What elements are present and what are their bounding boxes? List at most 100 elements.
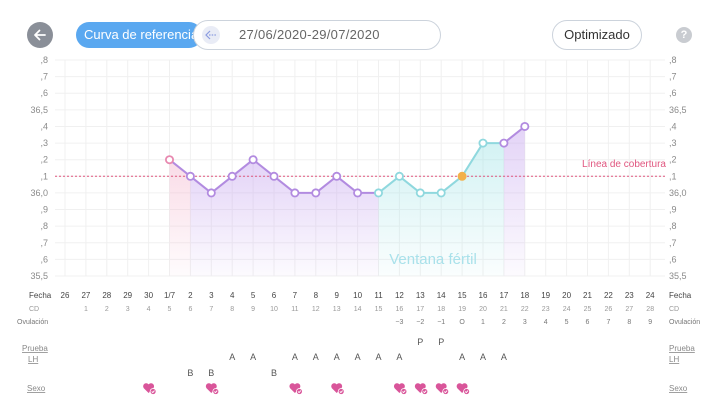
lh-result-label[interactable]: A (396, 352, 402, 362)
data-point[interactable] (311, 188, 321, 198)
row-label-fecha: Fecha (29, 291, 52, 300)
data-point[interactable] (332, 171, 342, 181)
data-point[interactable] (206, 188, 216, 198)
y-tick-right: ,6 (669, 254, 677, 264)
heart-check-icon[interactable] (289, 383, 303, 395)
lh-result-label[interactable]: B (187, 368, 193, 378)
day-columns: 26 2712822933041/7526B37B48A59A610B711A81… (61, 291, 655, 395)
date-label: 17 (499, 291, 508, 300)
lh-result-label[interactable]: B (208, 368, 214, 378)
ovulation-day-label: −1 (437, 319, 445, 326)
lh-result-label[interactable]: A (480, 352, 486, 362)
row-label-prueba-lh-2[interactable]: LH (28, 355, 38, 364)
row-label-cd-right: CD (669, 306, 679, 313)
date-label: 13 (416, 291, 425, 300)
data-point[interactable] (394, 171, 404, 181)
lh-result-label[interactable]: B (271, 368, 277, 378)
cd-label: 12 (312, 306, 320, 313)
cd-label: 22 (521, 306, 529, 313)
data-point[interactable] (290, 188, 300, 198)
date-label: 1/7 (164, 291, 176, 300)
y-tick-left: ,7 (40, 238, 48, 248)
data-point[interactable] (520, 121, 530, 131)
cd-label: 16 (396, 306, 404, 313)
lh-result-label[interactable]: A (250, 352, 256, 362)
heart-check-icon[interactable] (331, 383, 345, 395)
cd-label: 23 (542, 306, 550, 313)
cd-label: 5 (168, 306, 172, 313)
date-label: 15 (458, 291, 467, 300)
data-point[interactable] (353, 188, 363, 198)
date-label: 26 (61, 291, 70, 300)
data-point[interactable] (373, 188, 383, 198)
date-label: 22 (604, 291, 613, 300)
y-tick-right: ,6 (669, 88, 677, 98)
y-tick-left: 36,0 (30, 188, 48, 198)
data-point[interactable] (248, 155, 258, 165)
date-label: 9 (334, 291, 339, 300)
date-label: 16 (479, 291, 488, 300)
date-label: 5 (251, 291, 256, 300)
data-point[interactable] (415, 188, 425, 198)
lh-result-label[interactable]: A (313, 352, 319, 362)
data-point[interactable] (499, 138, 509, 148)
date-label: 7 (293, 291, 298, 300)
lh-result-label[interactable]: P (417, 337, 423, 347)
row-label-fecha-right: Fecha (669, 291, 692, 300)
date-label: 2 (188, 291, 193, 300)
data-point[interactable] (185, 171, 195, 181)
row-label-prueba-lh-right-1[interactable]: Prueba (669, 344, 695, 353)
heart-check-icon[interactable] (205, 383, 220, 395)
lh-result-label[interactable]: A (292, 352, 298, 362)
lh-result-label[interactable]: A (355, 352, 361, 362)
row-label-sexo[interactable]: Sexo (27, 384, 46, 393)
data-point[interactable] (457, 171, 467, 181)
y-tick-right: ,4 (669, 121, 677, 131)
date-label: 4 (230, 291, 235, 300)
row-label-ovulacion: Ovulación (17, 319, 48, 326)
lh-result-label[interactable]: A (501, 352, 507, 362)
data-point[interactable] (436, 188, 446, 198)
cd-label: 3 (126, 306, 130, 313)
date-label: 6 (272, 291, 277, 300)
data-point[interactable] (269, 171, 279, 181)
date-label: 30 (144, 291, 153, 300)
lh-result-label[interactable]: A (375, 352, 381, 362)
cd-label: 21 (500, 306, 508, 313)
cd-label: 14 (354, 306, 362, 313)
heart-check-icon[interactable] (393, 383, 408, 395)
ovulation-day-label: −3 (395, 319, 403, 326)
area-fill-pre (190, 159, 379, 276)
y-tick-right: ,1 (669, 171, 677, 181)
cd-label: 19 (458, 306, 466, 313)
lh-result-label[interactable]: P (438, 337, 444, 347)
row-label-sexo-right[interactable]: Sexo (669, 384, 688, 393)
row-label-prueba-lh-1[interactable]: Prueba (22, 344, 48, 353)
ovulation-day-label: 3 (523, 319, 527, 326)
ovulation-day-label: 9 (648, 319, 652, 326)
y-tick-left: 36,5 (30, 105, 48, 115)
area-fill-post (503, 126, 525, 276)
cd-label: 27 (625, 306, 633, 313)
cd-label: 15 (375, 306, 383, 313)
cd-label: 6 (188, 306, 192, 313)
lh-result-label[interactable]: A (334, 352, 340, 362)
cd-label: 26 (605, 306, 613, 313)
heart-check-icon[interactable] (435, 383, 450, 395)
data-point[interactable] (164, 155, 174, 165)
cd-label: 8 (230, 306, 234, 313)
heart-check-icon[interactable] (456, 383, 471, 395)
cd-label: 28 (646, 306, 654, 313)
data-point[interactable] (227, 171, 237, 181)
cd-label: 11 (291, 306, 298, 313)
y-tick-right: ,8 (669, 55, 677, 65)
data-point[interactable] (478, 138, 488, 148)
heart-check-icon[interactable] (414, 383, 429, 395)
ovulation-day-label: 4 (544, 319, 548, 326)
heart-check-icon[interactable] (143, 383, 157, 395)
y-tick-right: 36,5 (669, 105, 687, 115)
lh-result-label[interactable]: A (459, 352, 465, 362)
lh-result-label[interactable]: A (229, 352, 235, 362)
y-tick-left: 35,5 (30, 271, 48, 281)
row-label-prueba-lh-right-2[interactable]: LH (669, 355, 679, 364)
